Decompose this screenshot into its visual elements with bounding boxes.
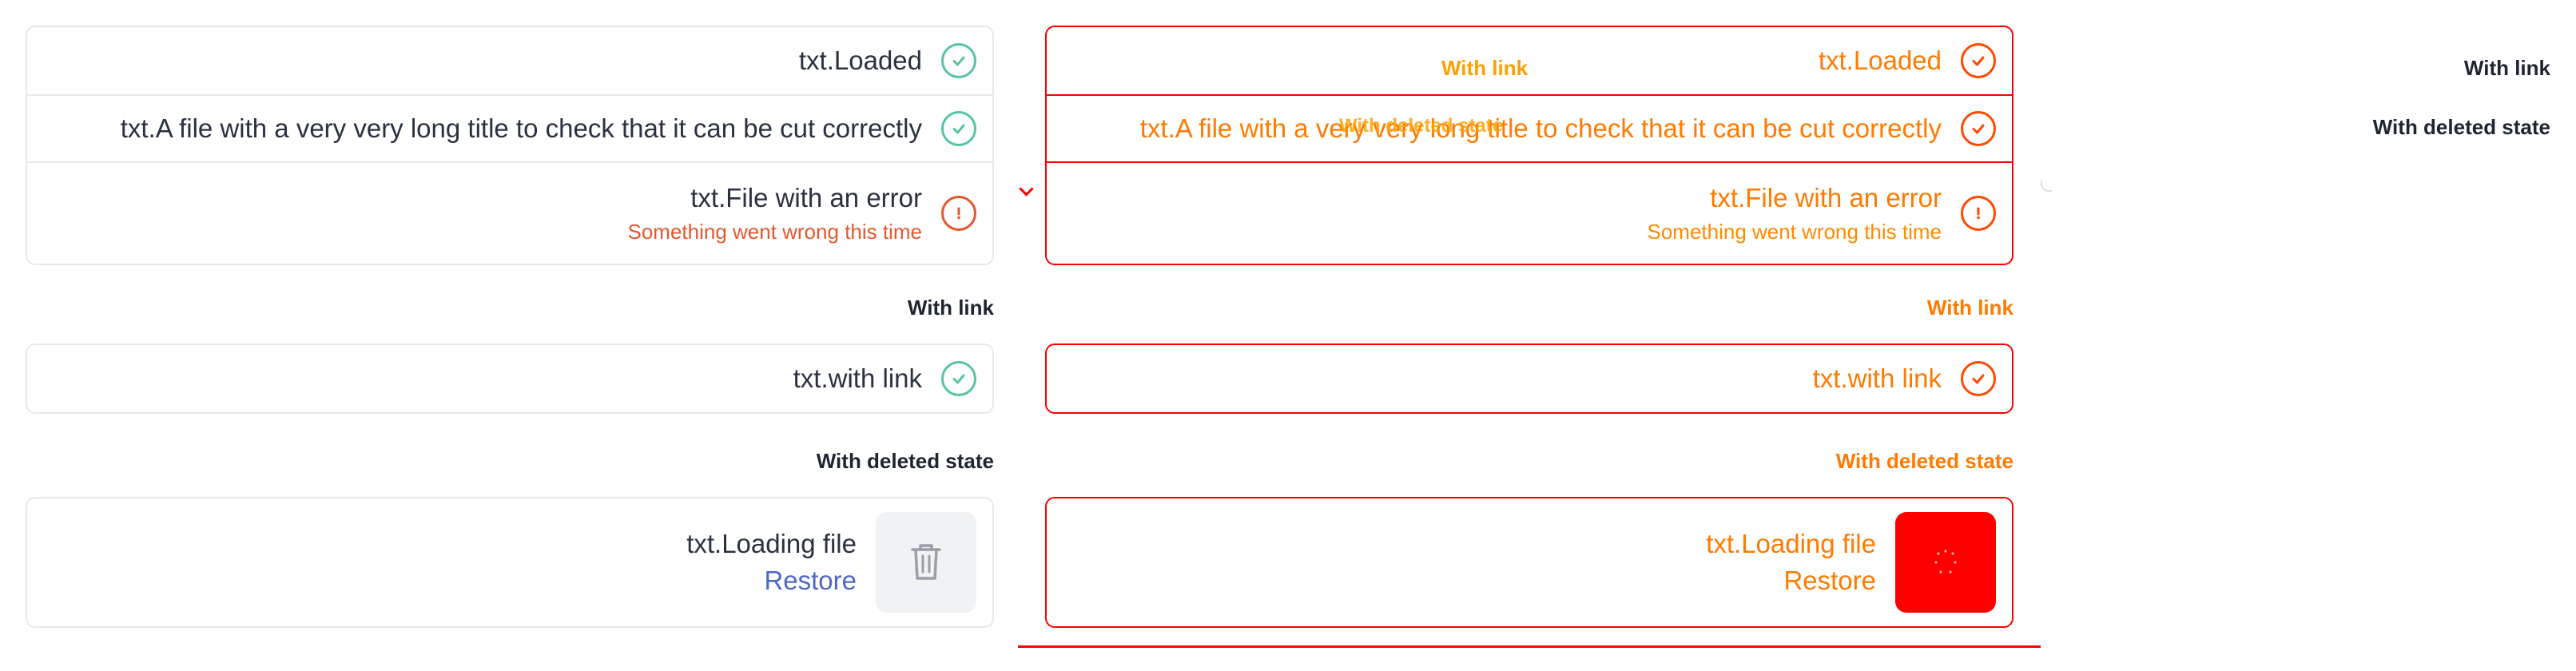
file-title: txt.A file with a very very long title t… <box>1139 113 1942 143</box>
file-row[interactable]: txt.Loaded <box>27 27 992 94</box>
deleted-card: txt.Loading file Restore <box>26 497 994 628</box>
debug-bottom-line <box>1018 645 2041 648</box>
restore-link[interactable]: Restore <box>764 566 857 596</box>
section-label-deleted: With deleted state <box>816 449 994 473</box>
storybook-canvas: txt.Loaded txt.A file with a very very l… <box>0 0 2576 671</box>
file-row[interactable]: txt.Loaded <box>1047 27 2012 94</box>
file-list-debug: txt.Loaded txt.A file with a very very l… <box>1018 0 2041 671</box>
section-label-with-link: With link <box>1926 296 2013 320</box>
file-row-deleted: txt.Loading file Restore <box>1047 498 2012 626</box>
overlay-label-deleted: With deleted state <box>1339 115 1504 137</box>
corner-marker <box>2041 181 2052 192</box>
check-circle-icon <box>941 111 976 146</box>
section-label-with-link: With link <box>907 296 994 320</box>
file-title[interactable]: txt.with link <box>793 363 922 394</box>
files-card: txt.Loaded txt.A file with a very very l… <box>26 26 994 265</box>
check-circle-icon <box>1961 111 1996 146</box>
file-row-error[interactable]: txt.File with an error Something went wr… <box>1047 161 2012 264</box>
label-column: With link With deleted state <box>2041 0 2550 671</box>
delete-button[interactable] <box>1895 512 1996 613</box>
file-title: txt.Loaded <box>798 46 922 75</box>
file-title: txt.Loaded <box>1818 46 1942 75</box>
exclamation-circle-icon <box>941 196 976 231</box>
file-title: txt.File with an error <box>690 182 922 212</box>
section-label-with-link: With link <box>2463 56 2550 80</box>
check-circle-icon <box>1961 361 1996 396</box>
file-title: txt.Loading file <box>1706 529 1876 558</box>
exclamation-circle-icon <box>1961 196 1996 231</box>
check-circle-icon <box>941 361 976 396</box>
file-title: txt.A file with a very very long title t… <box>120 113 922 143</box>
link-card: txt.with link <box>1045 343 2013 414</box>
file-row-link[interactable]: txt.with link <box>27 345 992 412</box>
check-circle-icon <box>941 43 976 78</box>
deleted-card: txt.Loading file Restore <box>1045 497 2013 628</box>
file-title: txt.Loading file <box>686 529 857 558</box>
file-list-normal: txt.Loaded txt.A file with a very very l… <box>26 0 994 671</box>
file-row-deleted: txt.Loading file Restore <box>27 498 992 626</box>
debug-marker <box>1019 181 1034 197</box>
delete-button[interactable] <box>876 512 976 613</box>
loading-spinner-icon <box>1934 550 1957 574</box>
files-card: txt.Loaded txt.A file with a very very l… <box>1045 26 2013 265</box>
section-label-deleted: With deleted state <box>1835 449 2013 473</box>
section-label-deleted: With deleted state <box>2372 115 2550 139</box>
overlay-label-with-link: With link <box>1441 56 1529 80</box>
restore-link[interactable]: Restore <box>1783 566 1876 596</box>
file-row-link[interactable]: txt.with link <box>1047 345 2012 412</box>
file-title[interactable]: txt.with link <box>1813 363 1942 394</box>
error-message: Something went wrong this time <box>1647 219 1942 244</box>
file-row[interactable]: txt.A file with a very very long title t… <box>1047 94 2012 161</box>
trash-icon <box>911 544 941 580</box>
file-row-error[interactable]: txt.File with an error Something went wr… <box>27 161 992 264</box>
error-message: Something went wrong this time <box>627 219 922 244</box>
file-row[interactable]: txt.A file with a very very long title t… <box>27 94 992 161</box>
link-card: txt.with link <box>26 343 994 414</box>
file-title: txt.File with an error <box>1710 182 1942 212</box>
check-circle-icon <box>1961 43 1996 78</box>
